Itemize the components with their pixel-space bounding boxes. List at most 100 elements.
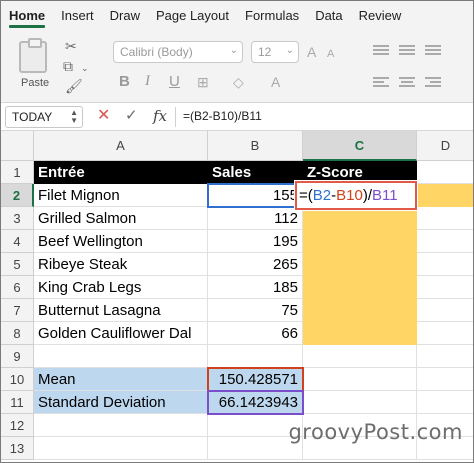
row-header-10[interactable]: 10: [1, 368, 34, 391]
cell-c5[interactable]: [303, 253, 417, 276]
row-header-6[interactable]: 6: [1, 276, 34, 299]
cell-d1[interactable]: [417, 161, 473, 184]
align-center-icon[interactable]: [399, 77, 415, 89]
tab-home[interactable]: Home: [1, 1, 53, 31]
font-size-dropdown[interactable]: 12 ⌄: [251, 41, 299, 63]
cell-b11[interactable]: 66.1423943: [208, 391, 303, 414]
row-header-4[interactable]: 4: [1, 230, 34, 253]
cell-c3[interactable]: [303, 207, 417, 230]
cell-b4[interactable]: 195: [208, 230, 303, 253]
cell-a3[interactable]: Grilled Salmon: [34, 207, 208, 230]
cell-b7[interactable]: 75: [208, 299, 303, 322]
row-header-3[interactable]: 3: [1, 207, 34, 230]
active-cell-editor[interactable]: =(B2-B10)/B11: [295, 181, 417, 210]
cell-d7[interactable]: [417, 299, 473, 322]
cell-a12[interactable]: [34, 414, 208, 437]
cell-a5[interactable]: Ribeye Steak: [34, 253, 208, 276]
cell-c6[interactable]: [303, 276, 417, 299]
cell-b6[interactable]: 185: [208, 276, 303, 299]
cell-b10[interactable]: 150.428571: [208, 368, 303, 391]
tab-formulas[interactable]: Formulas: [237, 1, 307, 31]
cell-d10[interactable]: [417, 368, 473, 391]
cell-c8[interactable]: [303, 322, 417, 345]
cell-c7[interactable]: [303, 299, 417, 322]
underline-button[interactable]: U: [169, 73, 180, 90]
cell-b8[interactable]: 66: [208, 322, 303, 345]
cancel-icon[interactable]: ✕: [97, 108, 110, 124]
cell-d11[interactable]: [417, 391, 473, 414]
insert-function-button[interactable]: fx: [153, 107, 167, 125]
row-header-8[interactable]: 8: [1, 322, 34, 345]
cell-a2[interactable]: Filet Mignon: [34, 184, 208, 207]
cell-b2[interactable]: 155: [208, 184, 303, 207]
confirm-icon[interactable]: ✓: [125, 108, 138, 124]
cell-a9[interactable]: [34, 345, 208, 368]
row-header-11[interactable]: 11: [1, 391, 34, 414]
tab-draw[interactable]: Draw: [102, 1, 148, 31]
tab-insert[interactable]: Insert: [53, 1, 102, 31]
paste-button[interactable]: Paste: [13, 38, 57, 97]
row-header-7[interactable]: 7: [1, 299, 34, 322]
cell-b3[interactable]: 112: [208, 207, 303, 230]
chevron-down-icon[interactable]: ⌄: [81, 61, 89, 75]
font-color-icon[interactable]: A: [271, 75, 280, 89]
tab-page-layout[interactable]: Page Layout: [148, 1, 237, 31]
cell-c9[interactable]: [303, 345, 417, 368]
cell-a11[interactable]: Standard Deviation: [34, 391, 208, 414]
name-box[interactable]: TODAY ▲ ▼: [5, 106, 83, 128]
column-header-d[interactable]: D: [417, 131, 473, 161]
font-name-dropdown[interactable]: Calibri (Body) ⌄: [113, 41, 243, 63]
cell-a10[interactable]: Mean: [34, 368, 208, 391]
cell-d3[interactable]: [417, 207, 473, 230]
cell-a8[interactable]: Golden Cauliflower Dal: [34, 322, 208, 345]
tab-review[interactable]: Review: [351, 1, 410, 31]
cell-a4[interactable]: Beef Wellington: [34, 230, 208, 253]
column-header-c[interactable]: C: [303, 131, 417, 161]
cell-c4[interactable]: [303, 230, 417, 253]
formula-input[interactable]: =(B2-B10)/B11: [183, 109, 262, 123]
format-painter-icon[interactable]: 🖌: [65, 79, 83, 93]
borders-icon[interactable]: ⊞: [197, 75, 209, 89]
align-middle-icon[interactable]: [399, 45, 415, 57]
align-right-icon[interactable]: [425, 77, 441, 89]
align-left-icon[interactable]: [373, 77, 389, 89]
cell-d8[interactable]: [417, 322, 473, 345]
decrease-font-icon[interactable]: A: [327, 47, 334, 61]
italic-button[interactable]: I: [145, 73, 150, 90]
cell-a13[interactable]: [34, 437, 208, 460]
column-header-a[interactable]: A: [34, 131, 208, 161]
row-header-5[interactable]: 5: [1, 253, 34, 276]
row-header-12[interactable]: 12: [1, 414, 34, 437]
cell-a1[interactable]: Entrée: [34, 161, 208, 184]
cell-c10[interactable]: [303, 368, 417, 391]
align-bottom-icon[interactable]: [425, 45, 441, 57]
align-top-icon[interactable]: [373, 45, 389, 57]
scissors-icon[interactable]: ✂: [65, 39, 77, 53]
watermark: groovyPost.com: [288, 420, 463, 444]
cell-b5[interactable]: 265: [208, 253, 303, 276]
row-header-13[interactable]: 13: [1, 437, 34, 460]
cell-c11[interactable]: [303, 391, 417, 414]
column-header-b[interactable]: B: [208, 131, 303, 161]
copy-icon[interactable]: ⧉: [63, 59, 73, 73]
cell-a6[interactable]: King Crab Legs: [34, 276, 208, 299]
stepper-icon[interactable]: ▲ ▼: [70, 109, 78, 125]
select-all-corner[interactable]: [1, 131, 34, 161]
cell-d5[interactable]: [417, 253, 473, 276]
fill-color-icon[interactable]: ◇: [233, 75, 244, 89]
font-name-value: Calibri (Body): [120, 45, 193, 59]
cell-d4[interactable]: [417, 230, 473, 253]
row-header-2[interactable]: 2: [1, 184, 34, 207]
cell-d9[interactable]: [417, 345, 473, 368]
tab-data[interactable]: Data: [307, 1, 350, 31]
row-header-9[interactable]: 9: [1, 345, 34, 368]
bold-button[interactable]: B: [119, 73, 130, 90]
increase-font-icon[interactable]: A: [307, 45, 316, 59]
cell-b9[interactable]: [208, 345, 303, 368]
row-header-1[interactable]: 1: [1, 161, 34, 184]
cell-d6[interactable]: [417, 276, 473, 299]
cell-d2[interactable]: [417, 184, 473, 207]
cell-b1[interactable]: Sales: [208, 161, 303, 184]
cell-a7[interactable]: Butternut Lasagna: [34, 299, 208, 322]
chevron-down-icon: ⌄: [285, 45, 294, 56]
